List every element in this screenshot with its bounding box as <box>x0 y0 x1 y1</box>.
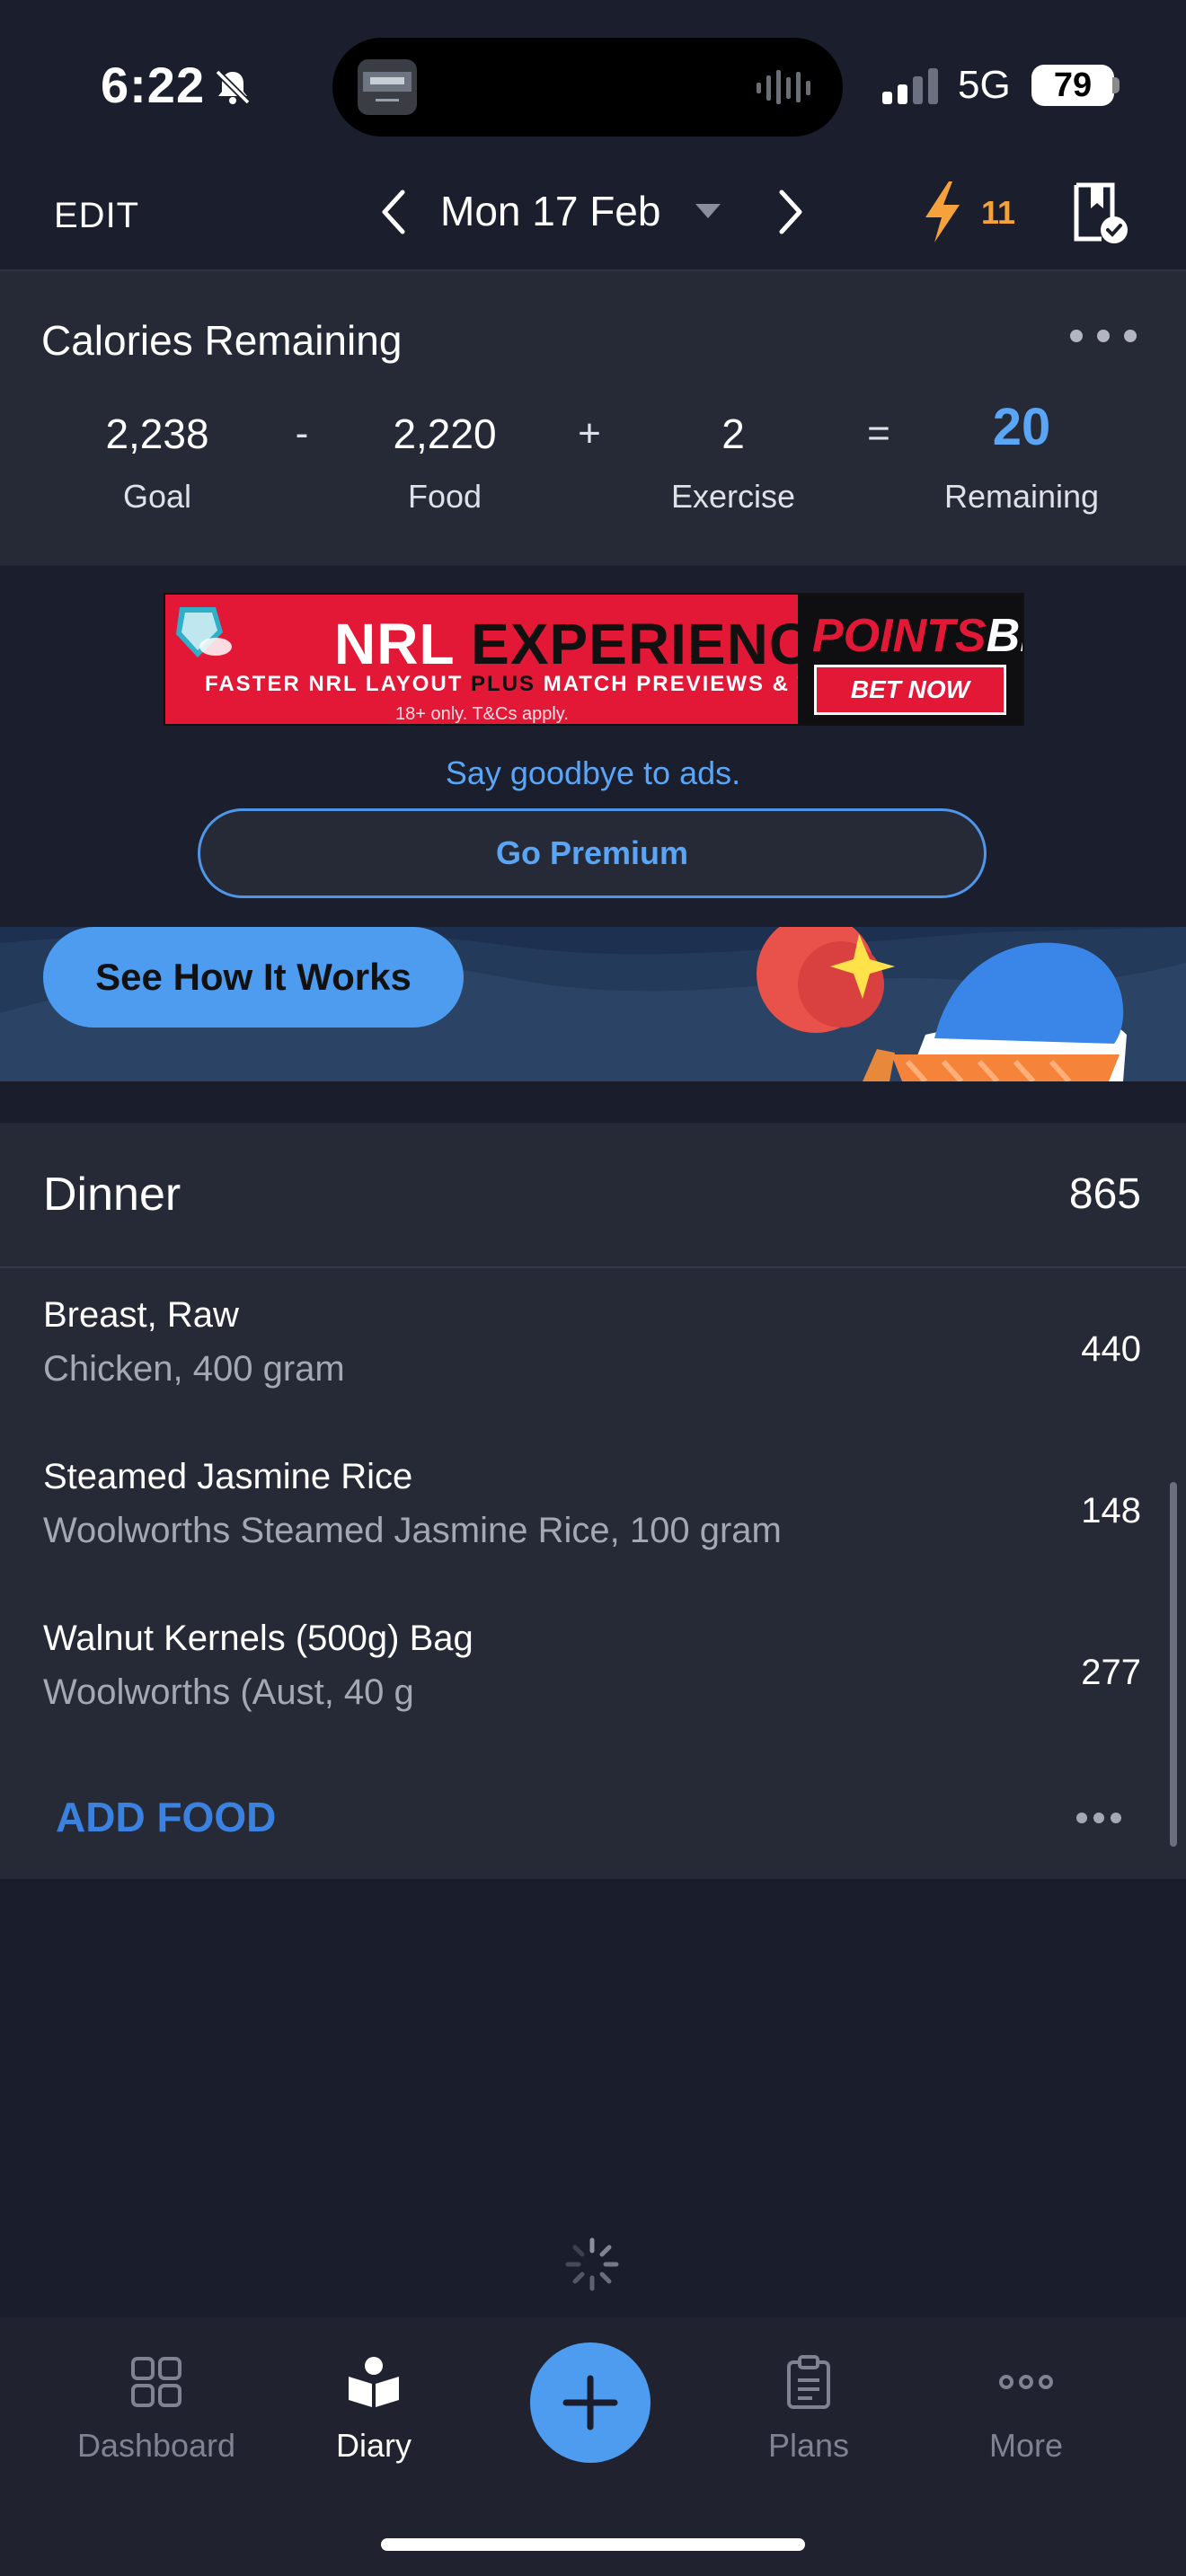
remove-ads-text[interactable]: Say goodbye to ads. <box>0 754 1186 792</box>
diary-complete-icon[interactable] <box>1071 180 1128 244</box>
minus-operator: - <box>295 411 309 455</box>
equals-operator: = <box>867 411 890 455</box>
exercise-label: Exercise <box>670 478 796 515</box>
food-item-name[interactable]: Breast, Raw <box>43 1295 239 1336</box>
ad-subtitle: FASTER NRL LAYOUT PLUS MATCH PREVIEWS & … <box>205 672 853 696</box>
ad-title: NRL EXPERIENCE <box>334 612 851 676</box>
goal-value: 2,238 <box>105 410 209 457</box>
food-item-detail[interactable]: Woolworths Steamed Jasmine Rice, 100 gra… <box>43 1511 782 1551</box>
audio-waveform-icon <box>757 70 810 104</box>
go-premium-button[interactable]: Go Premium <box>198 808 987 898</box>
date-selector[interactable]: Mon 17 Feb <box>440 187 660 235</box>
now-playing-artwork <box>358 59 417 115</box>
edit-button[interactable]: EDIT <box>54 196 139 236</box>
remaining-value: 20 <box>992 398 1051 456</box>
nrl-shield-icon <box>176 607 232 657</box>
chevron-right-icon[interactable] <box>773 185 809 239</box>
ad-brand-logo: POINTSBET <box>812 610 1022 662</box>
plus-icon <box>562 2375 618 2430</box>
calories-title: Calories Remaining <box>41 317 403 364</box>
caret-down-icon[interactable] <box>694 202 722 220</box>
meal-more-options-icon[interactable] <box>1075 1811 1123 1825</box>
clipboard-icon[interactable] <box>780 2353 837 2411</box>
battery-nub <box>1112 77 1120 93</box>
food-item-detail[interactable]: Woolworths (Aust, 40 g <box>43 1672 414 1713</box>
meal-divider <box>0 1266 1186 1268</box>
home-indicator[interactable] <box>381 2538 805 2551</box>
ad-cta-button[interactable]: BET NOW <box>814 665 1006 715</box>
tab-dashboard[interactable]: Dashboard <box>49 2427 264 2465</box>
food-item-calories[interactable]: 440 <box>988 1329 1141 1370</box>
see-how-it-works-button[interactable]: See How It Works <box>43 927 464 1028</box>
streak-count[interactable]: 11 <box>981 194 1015 232</box>
exercise-value: 2 <box>721 410 745 457</box>
food-value: 2,220 <box>393 410 497 457</box>
bell-muted-icon <box>215 69 251 105</box>
chevron-left-icon[interactable] <box>376 185 412 239</box>
remaining-label: Remaining <box>943 478 1100 515</box>
book-icon[interactable] <box>345 2353 403 2411</box>
add-entry-button[interactable] <box>530 2342 651 2463</box>
tab-more[interactable]: More <box>918 2427 1134 2465</box>
meal-title[interactable]: Dinner <box>43 1168 181 1222</box>
lightning-bolt-icon[interactable] <box>920 180 965 244</box>
plus-operator: + <box>578 411 601 455</box>
grid-icon[interactable] <box>128 2353 185 2411</box>
goal-label: Goal <box>122 478 192 515</box>
food-label: Food <box>407 478 482 515</box>
battery-level: 79 <box>1031 65 1114 106</box>
food-item-name[interactable]: Walnut Kernels (500g) Bag <box>43 1619 474 1659</box>
ad-legal-text: 18+ only. T&Cs apply. <box>395 704 569 724</box>
ellipsis-icon[interactable] <box>997 2353 1055 2411</box>
scrollbar[interactable] <box>1170 1482 1177 1847</box>
network-type: 5G <box>958 63 1011 107</box>
food-item-detail[interactable]: Chicken, 400 gram <box>43 1349 345 1389</box>
tab-diary[interactable]: Diary <box>266 2427 482 2465</box>
loading-spinner-icon <box>565 2237 619 2291</box>
meal-total-calories: 865 <box>1068 1170 1141 1218</box>
food-item-name[interactable]: Steamed Jasmine Rice <box>43 1457 412 1497</box>
cellular-signal-icon <box>882 68 938 104</box>
add-food-button[interactable]: ADD FOOD <box>56 1793 276 1841</box>
food-item-calories[interactable]: 148 <box>988 1491 1141 1531</box>
ad-banner[interactable]: NRL EXPERIENCE FASTER NRL LAYOUT PLUS MA… <box>164 593 1024 726</box>
food-item-calories[interactable]: 277 <box>988 1653 1141 1693</box>
status-time: 6:22 <box>101 57 206 113</box>
more-options-icon[interactable] <box>1066 325 1141 347</box>
tab-plans[interactable]: Plans <box>701 2427 916 2465</box>
